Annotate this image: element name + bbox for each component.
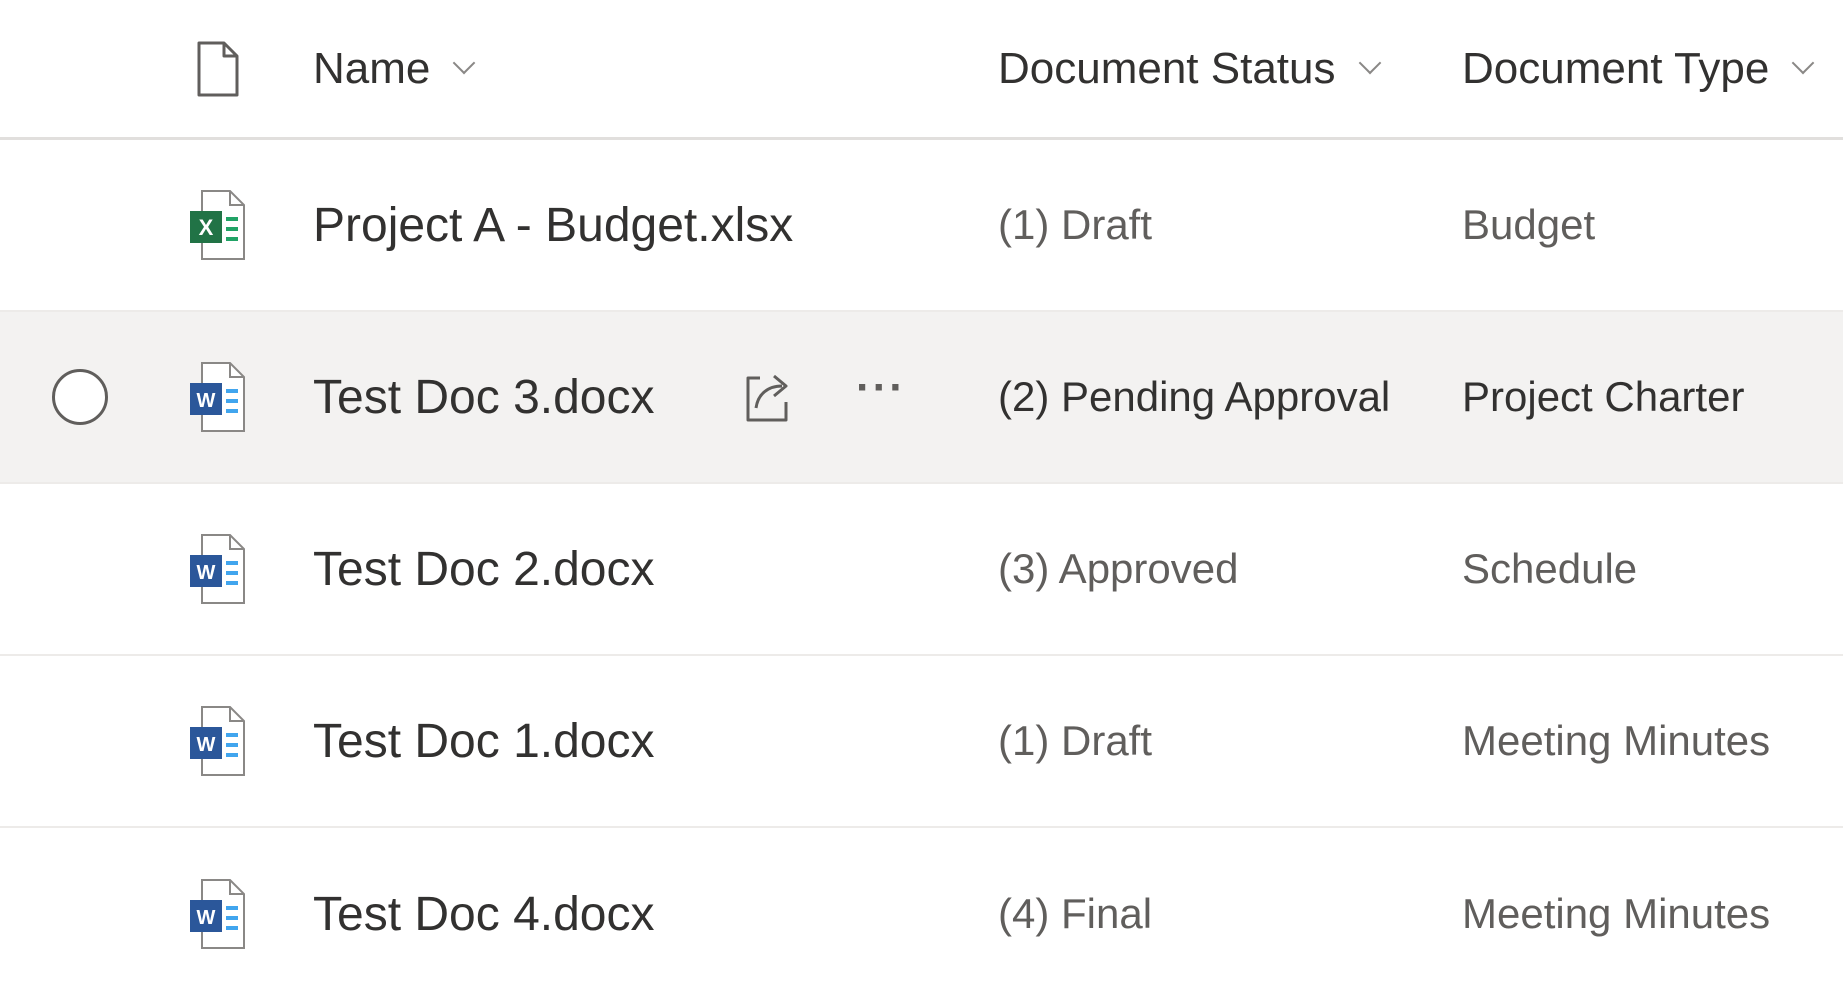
type-cell: Project Charter [1462, 312, 1843, 482]
row-select-cell[interactable] [44, 312, 116, 482]
more-icon: ··· [856, 363, 906, 412]
file-type-cell: W [186, 484, 250, 654]
status-cell: (3) Approved [998, 484, 1438, 654]
word-file-icon: W [190, 706, 245, 776]
table-row[interactable]: W Test Doc 1.docx (1) Draft Meeting Minu… [0, 656, 1843, 828]
status-value: (3) Approved [998, 545, 1239, 592]
type-cell: Schedule [1462, 484, 1843, 654]
word-file-icon: W [190, 362, 245, 432]
type-value: Meeting Minutes [1462, 717, 1771, 764]
table-row[interactable]: W Test Doc 4.docx (4) Final Meeting Minu… [0, 828, 1843, 998]
file-type-cell: W [186, 656, 250, 826]
status-cell: (1) Draft [998, 140, 1438, 310]
chevron-down-icon [1358, 51, 1381, 74]
type-value: Budget [1462, 201, 1596, 248]
share-icon [746, 374, 788, 422]
name-cell[interactable]: Test Doc 4.docx [313, 828, 953, 998]
file-name-link[interactable]: Test Doc 1.docx [313, 714, 654, 769]
status-cell: (4) Final [998, 828, 1438, 998]
name-column-header[interactable]: Name [313, 0, 953, 137]
type-cell: Meeting Minutes [1462, 656, 1843, 826]
file-icon [197, 41, 239, 96]
more-actions-button[interactable]: ··· [856, 312, 906, 482]
type-value: Schedule [1462, 545, 1638, 592]
column-header-row: Name Document Status Document Type [0, 0, 1843, 140]
type-value: Meeting Minutes [1462, 890, 1771, 937]
chevron-down-icon [1792, 51, 1815, 74]
table-row[interactable]: W Test Doc 3.docx ··· (2) Pending Approv… [0, 312, 1843, 484]
chevron-down-icon [453, 51, 476, 74]
file-type-cell: W [186, 828, 250, 998]
status-cell: (1) Draft [998, 656, 1438, 826]
row-select-checkbox[interactable] [52, 369, 108, 425]
name-cell[interactable]: Project A - Budget.xlsx [313, 140, 953, 310]
file-type-column-header[interactable] [186, 0, 250, 137]
status-column-label: Document Status [998, 43, 1336, 93]
file-name-link[interactable]: Test Doc 3.docx [313, 370, 654, 425]
file-name-link[interactable]: Test Doc 4.docx [313, 887, 654, 942]
document-library-list: Name Document Status Document Type X Pro… [0, 0, 1843, 998]
file-name-link[interactable]: Project A - Budget.xlsx [313, 198, 793, 253]
svg-text:W: W [197, 734, 216, 756]
share-button[interactable] [742, 312, 792, 482]
status-value: (4) Final [998, 890, 1153, 937]
excel-file-icon: X [190, 190, 245, 260]
name-cell[interactable]: Test Doc 2.docx [313, 484, 953, 654]
svg-text:W: W [197, 390, 216, 412]
name-column-label: Name [313, 43, 431, 93]
type-cell: Budget [1462, 140, 1843, 310]
svg-text:X: X [199, 215, 214, 240]
file-name-link[interactable]: Test Doc 2.docx [313, 542, 654, 597]
file-type-cell: X [186, 140, 250, 310]
table-row[interactable]: W Test Doc 2.docx (3) Approved Schedule [0, 484, 1843, 656]
status-value: (1) Draft [998, 717, 1153, 764]
status-value: (2) Pending Approval [998, 373, 1391, 420]
type-value: Project Charter [1462, 373, 1745, 420]
file-type-cell: W [186, 312, 250, 482]
svg-text:W: W [197, 562, 216, 584]
status-value: (1) Draft [998, 201, 1153, 248]
name-cell[interactable]: Test Doc 1.docx [313, 656, 953, 826]
word-file-icon: W [190, 534, 245, 604]
type-cell: Meeting Minutes [1462, 828, 1843, 998]
word-file-icon: W [190, 879, 245, 949]
table-row[interactable]: X Project A - Budget.xlsx (1) Draft Budg… [0, 140, 1843, 312]
type-column-header[interactable]: Document Type [1462, 0, 1843, 137]
type-column-label: Document Type [1462, 43, 1770, 93]
status-cell: (2) Pending Approval [998, 312, 1438, 482]
status-column-header[interactable]: Document Status [998, 0, 1438, 137]
svg-text:W: W [197, 907, 216, 929]
